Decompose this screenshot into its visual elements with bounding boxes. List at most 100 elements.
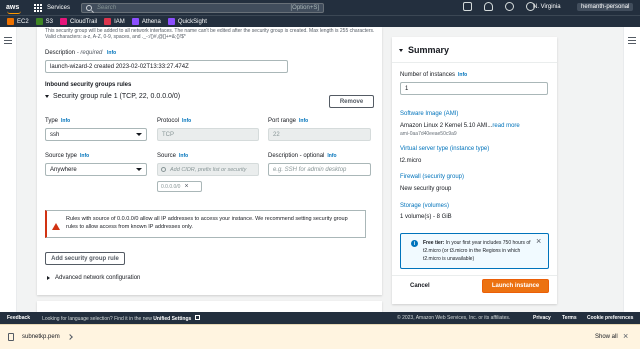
search-input[interactable]: Search [Option+S] <box>81 2 325 13</box>
protocol-field: TCP <box>157 128 259 141</box>
rule-title: Security group rule 1 (TCP, 22, 0.0.0.0/… <box>53 93 181 100</box>
favorite-athena[interactable]: Athena <box>131 18 161 25</box>
chevron-down-icon <box>136 133 142 136</box>
divider <box>392 275 557 276</box>
download-item[interactable]: subnetkp.pem <box>8 333 73 341</box>
ami-id: ami-0aa7d40eeae50c9a9 <box>400 131 457 137</box>
privacy-link[interactable]: Privacy <box>533 315 551 321</box>
cloudshell-icon[interactable] <box>463 2 472 11</box>
feedback-link[interactable]: Feedback <box>7 315 30 321</box>
free-tier-text: Free tier: In your first year includes 7… <box>423 240 531 262</box>
cookie-preferences-link[interactable]: Cookie preferences <box>587 315 633 321</box>
account-menu[interactable]: hemanth-personal <box>577 3 634 11</box>
athena-icon <box>131 18 139 25</box>
source-cidr-input[interactable]: Add CIDR, prefix list or security <box>157 163 259 176</box>
summary-panel: Summary Number of instances Info 1 Softwa… <box>392 37 557 304</box>
source-type-label: Source type Info <box>45 153 90 159</box>
favorite-quicksight[interactable]: QuickSight <box>167 18 207 25</box>
favorite-cloudtrail[interactable]: CloudTrail <box>60 18 97 25</box>
source-type-select[interactable]: Anywhere <box>45 163 147 176</box>
port-range-label: Port range Info <box>268 118 309 124</box>
description-input[interactable]: launch-wizard-2 created 2023-02-02T13:33… <box>45 60 288 73</box>
cancel-button[interactable]: Cancel <box>410 283 430 289</box>
s3-icon <box>35 18 43 25</box>
storage-link[interactable]: Storage (volumes) <box>400 203 449 209</box>
summary-header[interactable]: Summary <box>399 45 449 55</box>
instances-label: Number of instances Info <box>400 72 468 78</box>
ami-value: Amazon Linux 2 Kernel 5.10 AMI...read mo… <box>400 123 520 129</box>
quicksight-icon <box>167 18 175 25</box>
services-grid-icon[interactable] <box>34 3 44 13</box>
external-link-icon <box>194 314 200 320</box>
divider <box>392 62 557 63</box>
instance-type-link[interactable]: Virtual server type (instance type) <box>400 146 489 152</box>
rule-description-input[interactable]: e.g. SSH for admin desktop <box>268 163 371 176</box>
add-security-group-rule-button[interactable]: Add security group rule <box>45 252 125 265</box>
advanced-network-config-expander[interactable]: Advanced network configuration <box>47 275 140 281</box>
firewall-value: New security group <box>400 186 452 192</box>
source-label: Source Info <box>157 153 189 159</box>
type-label: Type Info <box>45 118 71 124</box>
file-icon <box>8 333 14 341</box>
port-range-field: 22 <box>268 128 371 141</box>
favorites-bar: EC2 S3 CloudTrail IAM Athena QuickSight <box>0 15 640 27</box>
search-icon <box>86 4 93 11</box>
iam-icon <box>104 18 112 25</box>
inbound-rules-header: Inbound security groups rules <box>45 82 132 88</box>
cloudtrail-icon <box>60 18 68 25</box>
close-icon[interactable]: × <box>623 331 628 341</box>
left-side-rail <box>0 27 17 312</box>
next-section-panel <box>37 301 382 312</box>
security-group-help-text: This security group will be added to all… <box>45 28 375 40</box>
unified-settings-link[interactable]: Unified Settings <box>153 316 191 322</box>
rule-expander[interactable]: Security group rule 1 (TCP, 22, 0.0.0.0/… <box>45 93 180 100</box>
show-all-downloads-link[interactable]: Show all <box>595 334 618 340</box>
ami-link[interactable]: Software Image (AMI) <box>400 111 458 117</box>
instances-input[interactable]: 1 <box>400 82 548 95</box>
warning-alert: Rules with source of 0.0.0.0/0 allow all… <box>45 210 366 238</box>
services-menu[interactable]: Services <box>47 5 70 11</box>
source-token[interactable]: 0.0.0.0/0 × <box>157 181 202 192</box>
search-icon <box>161 167 166 172</box>
copyright: © 2023, Amazon Web Services, Inc. or its… <box>397 315 511 321</box>
region-selector[interactable]: N. Virginia <box>533 4 561 10</box>
dismiss-close-icon[interactable]: × <box>536 237 541 246</box>
footer-bar: Feedback Looking for language selection?… <box>0 312 640 324</box>
description-info-link[interactable]: Info <box>107 50 116 56</box>
remove-button[interactable]: Remove <box>329 95 374 108</box>
description-label: Description - required Info <box>45 50 117 56</box>
free-tier-notice: i Free tier: In your first year includes… <box>400 233 549 269</box>
ec2-icon <box>7 18 14 25</box>
notifications-icon[interactable] <box>484 2 493 11</box>
firewall-link[interactable]: Firewall (security group) <box>400 174 464 180</box>
tools-hamburger-icon[interactable] <box>628 37 636 46</box>
protocol-label: Protocol Info <box>157 118 192 124</box>
caret-right-icon <box>47 276 50 280</box>
caret-down-icon <box>399 48 403 52</box>
description-optional-label: Description - optional Info <box>268 153 337 159</box>
top-navigation-bar: aws Services Search [Option+S] N. Virgin… <box>0 0 640 15</box>
alert-text: Rules with source of 0.0.0.0/0 allow all… <box>66 216 348 230</box>
storage-value: 1 volume(s) - 8 GiB <box>400 214 452 220</box>
aws-logo[interactable]: aws <box>6 4 28 14</box>
chevron-down-icon <box>136 168 142 171</box>
download-bar: subnetkp.pem Show all × <box>0 324 640 349</box>
launch-instance-button[interactable]: Launch instance <box>482 279 549 293</box>
instance-type-value: t2.micro <box>400 158 422 164</box>
read-more-link[interactable]: read more <box>492 123 519 129</box>
chevron-up-icon[interactable] <box>66 334 73 340</box>
type-select[interactable]: ssh <box>45 128 147 141</box>
search-shortcut: [Option+S] <box>290 4 320 11</box>
caret-down-icon <box>45 95 49 98</box>
terms-link[interactable]: Terms <box>562 315 577 321</box>
help-icon[interactable] <box>505 2 514 11</box>
favorite-ec2[interactable]: EC2 <box>7 18 29 25</box>
remove-token-icon[interactable]: × <box>184 182 188 191</box>
info-icon: i <box>411 240 418 247</box>
right-side-rail <box>623 27 640 312</box>
favorite-s3[interactable]: S3 <box>35 18 53 25</box>
search-placeholder: Search <box>97 4 117 11</box>
menu-hamburger-icon[interactable] <box>4 37 12 46</box>
favorite-iam[interactable]: IAM <box>104 18 125 25</box>
warning-icon <box>52 217 60 230</box>
